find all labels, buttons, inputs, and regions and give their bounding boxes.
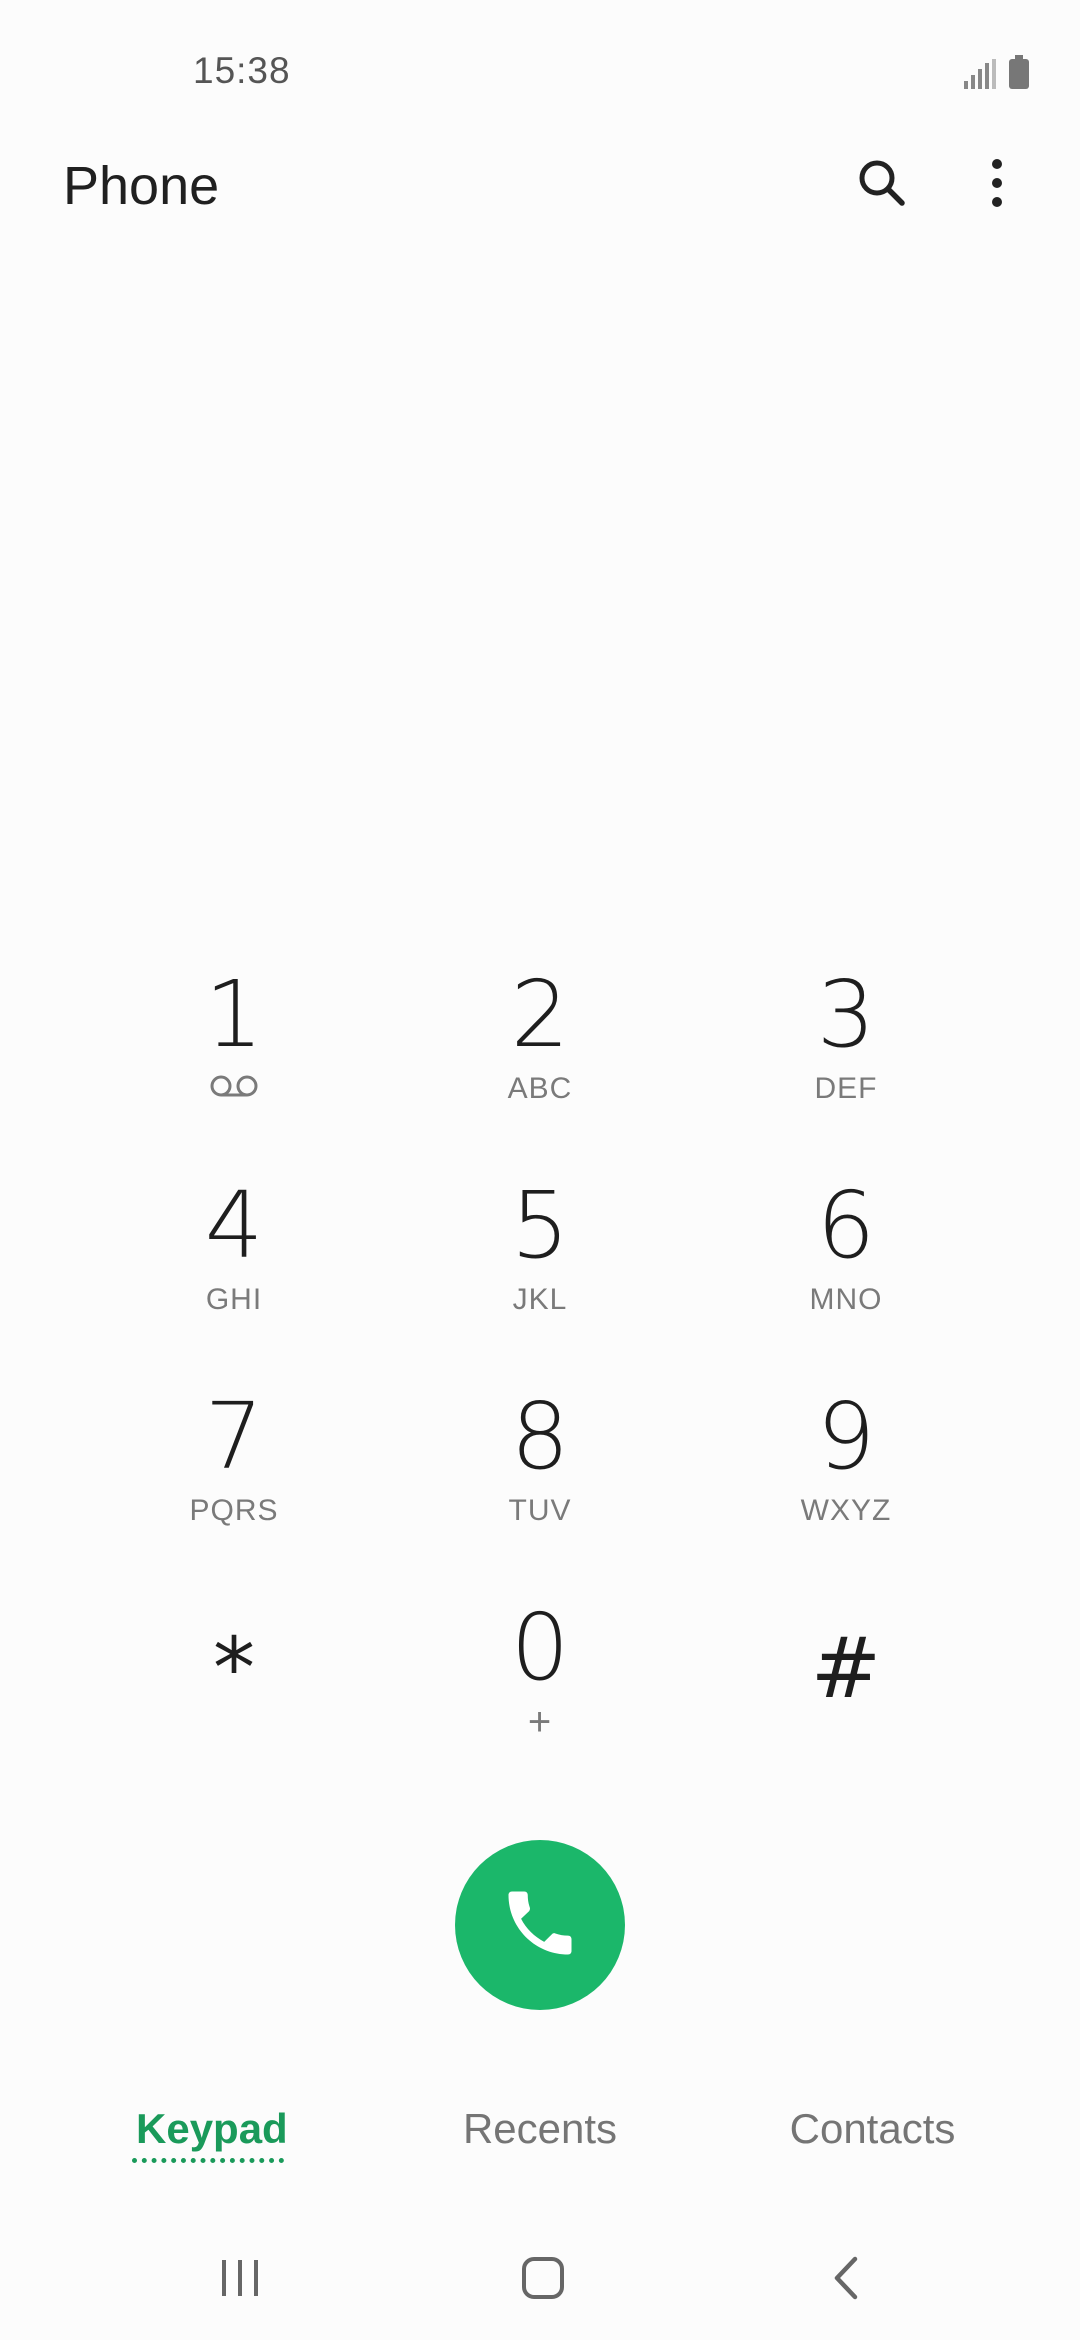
recent-apps-button[interactable] (200, 2250, 280, 2310)
key-digit: 4 (204, 1172, 264, 1279)
key-digit: 9 (816, 1383, 876, 1490)
more-options-button[interactable] (962, 150, 1032, 220)
key-9[interactable]: 9 WXYZ (726, 1387, 966, 1557)
asterisk-symbol: * (213, 1619, 255, 1717)
key-letters: DEF (814, 1072, 878, 1105)
key-hash[interactable]: # (726, 1598, 966, 1768)
key-letters: JKL (512, 1283, 568, 1316)
key-letters: + (527, 1700, 553, 1744)
key-5[interactable]: 5 JKL (420, 1176, 660, 1346)
key-1[interactable]: 1 (114, 965, 354, 1135)
search-icon (856, 157, 908, 214)
key-digit: 0 (510, 1594, 570, 1701)
recent-apps-icon (218, 2258, 262, 2303)
key-digit: 8 (510, 1383, 570, 1490)
key-letters: GHI (205, 1283, 263, 1316)
key-7[interactable]: 7 PQRS (114, 1387, 354, 1557)
key-digit: 1 (204, 961, 264, 1068)
tab-keypad[interactable]: Keypad (136, 2105, 288, 2153)
key-digit: 5 (510, 1172, 570, 1279)
key-digit: 6 (816, 1172, 876, 1279)
key-2[interactable]: 2 ABC (420, 965, 660, 1135)
hash-symbol: # (810, 1619, 882, 1717)
tab-contacts[interactable]: Contacts (780, 2105, 965, 2153)
dialer-screen: 15:38 Phone 1 2 ABC 3 DEF 4 GHI 5 JKL 6 … (0, 0, 1080, 2340)
more-options-icon (990, 158, 1004, 213)
key-3[interactable]: 3 DEF (726, 965, 966, 1135)
key-letters: WXYZ (800, 1494, 892, 1527)
key-star[interactable]: * (114, 1598, 354, 1768)
key-digit: 7 (204, 1383, 264, 1490)
home-button[interactable] (503, 2250, 583, 2310)
signal-icon (964, 59, 996, 94)
key-letters: PQRS (189, 1494, 279, 1527)
key-letters: MNO (809, 1283, 883, 1316)
key-letters: TUV (508, 1494, 572, 1527)
voicemail-icon (114, 1069, 354, 1109)
battery-icon (1008, 55, 1030, 94)
back-button[interactable] (806, 2250, 886, 2310)
key-digit: 3 (816, 961, 876, 1068)
key-4[interactable]: 4 GHI (114, 1176, 354, 1346)
key-8[interactable]: 8 TUV (420, 1387, 660, 1557)
home-icon (521, 2256, 565, 2305)
key-0[interactable]: 0 + (420, 1598, 660, 1768)
search-button[interactable] (847, 150, 917, 220)
active-tab-indicator (132, 2158, 284, 2163)
key-digit: 2 (510, 961, 570, 1068)
tab-recents[interactable]: Recents (455, 2105, 625, 2153)
app-title: Phone (63, 156, 220, 216)
call-button[interactable] (455, 1840, 625, 2010)
key-letters: ABC (507, 1072, 573, 1105)
status-icons (964, 55, 1030, 94)
key-6[interactable]: 6 MNO (726, 1176, 966, 1346)
status-time: 15:38 (193, 50, 291, 91)
back-icon (831, 2256, 861, 2305)
phone-icon (498, 1881, 582, 1970)
